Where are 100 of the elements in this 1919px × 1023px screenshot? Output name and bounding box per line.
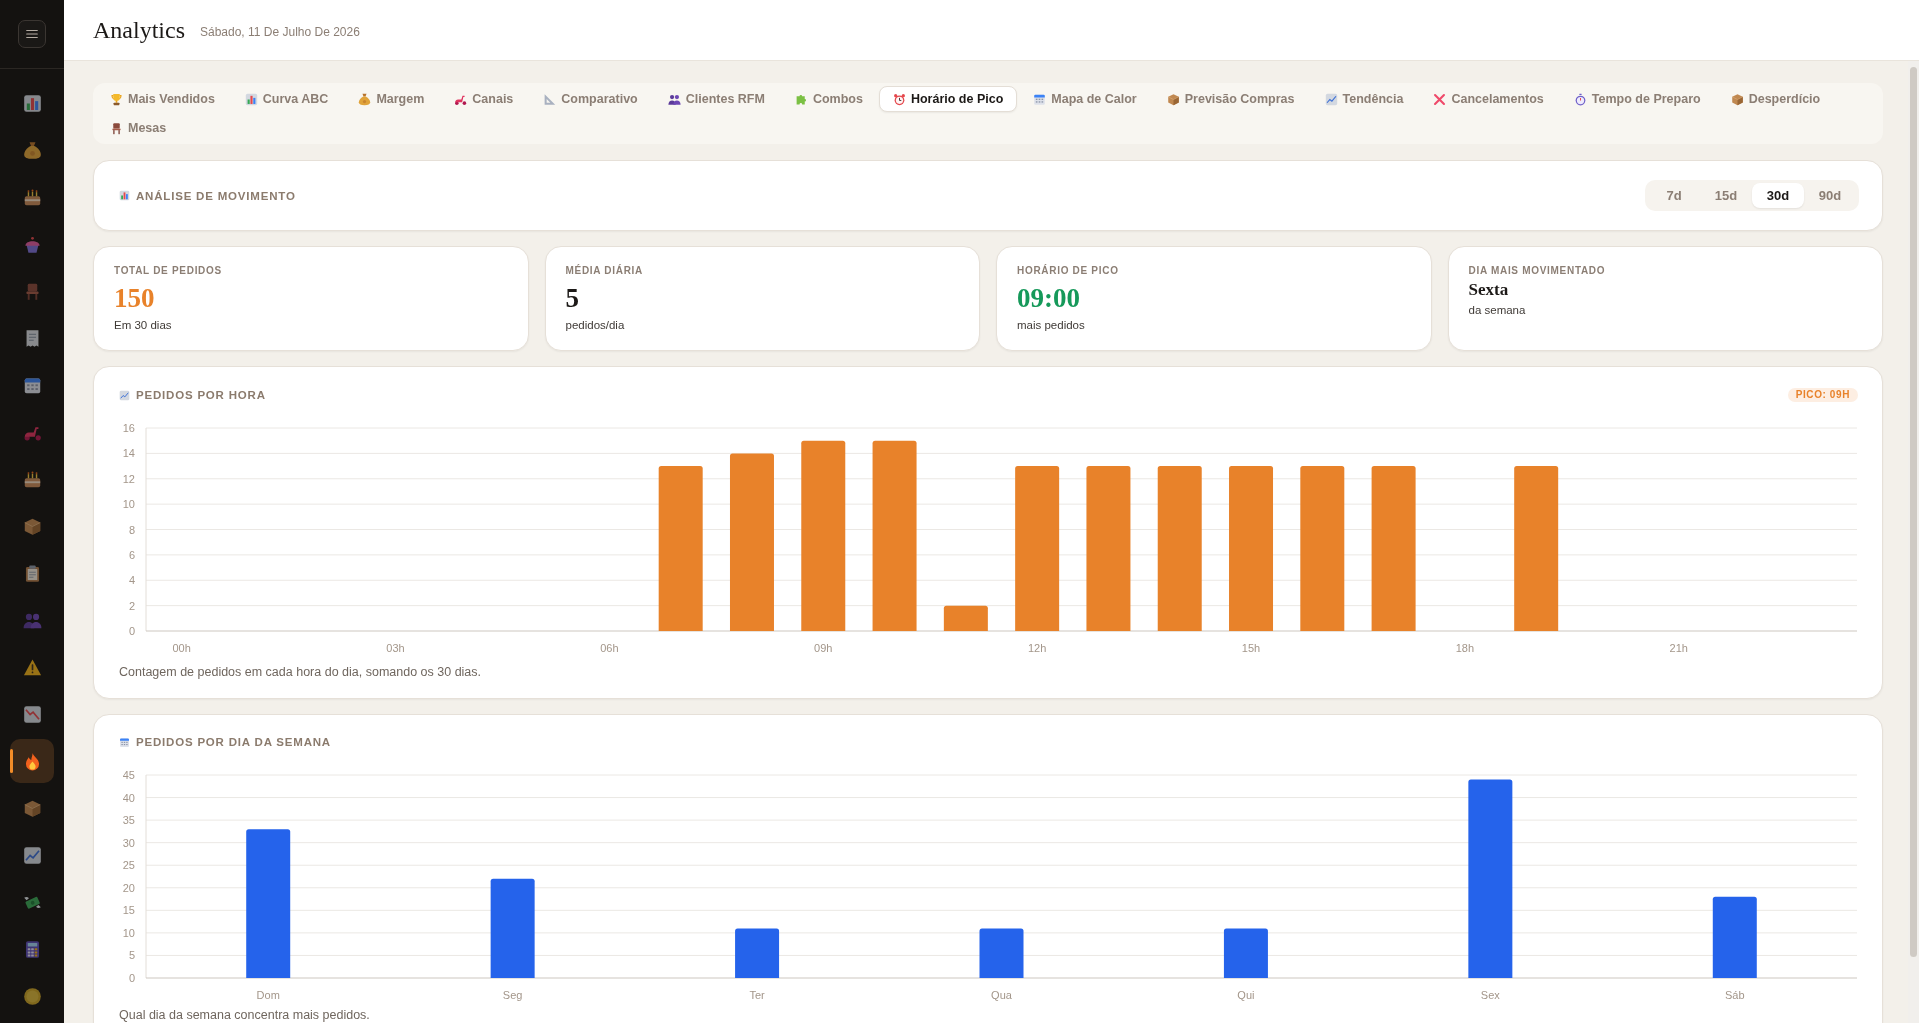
chart-up-icon (119, 389, 130, 401)
chart-down-icon (22, 704, 42, 724)
bar (979, 928, 1024, 978)
stopwatch-icon (1573, 92, 1587, 106)
stat-label: HORÁRIO DE PICO (1017, 265, 1119, 277)
stat-value: 150 (114, 283, 155, 313)
chart-caption: Contagem de pedidos em cada hora do dia, somando os 30 dias. (119, 664, 483, 680)
axis-label: 14 (122, 447, 135, 460)
puzzle-icon (794, 92, 808, 106)
bar (943, 605, 988, 631)
axis-label: Sex (1480, 989, 1500, 1001)
axis-label: 45 (122, 769, 135, 781)
axis-label: 12 (122, 472, 135, 485)
tab[interactable]: Curva ABC (230, 86, 343, 112)
stat-label: TOTAL DE PEDIDOS (114, 265, 222, 277)
period-button[interactable]: 90d (1804, 183, 1856, 208)
axis-label: Sáb (1725, 989, 1745, 1001)
stat-caption: mais pedidos (1017, 318, 1085, 332)
axis-label: 5 (128, 949, 135, 962)
tab[interactable]: Canais (440, 86, 528, 112)
stat-value: Sexta (1468, 280, 1509, 300)
menu-button[interactable] (18, 20, 46, 48)
date-text: Sábado, 11 De Julho De 2026 (200, 24, 360, 40)
bar (1223, 928, 1268, 978)
cake-icon (22, 187, 42, 207)
axis-label: 10 (122, 926, 135, 939)
tab[interactable]: Mapa de Calor (1019, 86, 1151, 112)
bag-icon (22, 140, 42, 160)
axis-label: Seg (502, 989, 523, 1001)
axis-label: Dom (256, 989, 280, 1001)
axis-label: 25 (122, 859, 135, 872)
people-icon (667, 92, 681, 106)
stat-value: 5 (565, 283, 579, 313)
peak-badge: PICO: 09H (1787, 388, 1858, 402)
bag-icon (358, 92, 372, 106)
period-button[interactable]: 15d (1700, 183, 1752, 208)
coin-icon (22, 986, 42, 1006)
stat-caption: pedidos/dia (565, 318, 625, 332)
tab[interactable]: Previsão Compras (1152, 86, 1309, 112)
chair-icon (110, 121, 123, 135)
axis-label: 20 (122, 881, 135, 894)
tab[interactable]: Tempo de Preparo (1559, 86, 1715, 112)
calendar-icon (119, 736, 130, 748)
axis-label: 10 (122, 498, 135, 511)
tab[interactable]: Horário de Pico (878, 86, 1018, 112)
bar (735, 928, 780, 978)
axis-label: 40 (122, 791, 135, 804)
box-icon (1166, 92, 1180, 106)
page-title: Analytics (93, 16, 185, 45)
axis-label: 35 (122, 814, 135, 827)
cake-icon (22, 469, 42, 489)
section-title: ANÁLISE DE MOVIMENTO (136, 188, 296, 203)
box-icon (1730, 92, 1744, 106)
axis-label: 4 (128, 574, 135, 587)
triangle-ruler-icon (543, 92, 557, 106)
tab[interactable]: Margem (344, 86, 439, 112)
tab[interactable]: Combos (780, 86, 877, 112)
chart-up-icon (22, 845, 42, 865)
chart-caption: Qual dia da semana concentra mais pedidos. (119, 1008, 371, 1022)
calendar-icon (22, 375, 42, 395)
bar-chart-icon (22, 93, 42, 113)
sidebar-button[interactable] (10, 739, 54, 783)
bar-chart-icon (119, 190, 130, 201)
axis-label: Ter (749, 989, 765, 1001)
axis-label: 2 (128, 599, 135, 612)
axis-label: 30 (122, 836, 135, 849)
axis-label: Qua (991, 989, 1012, 1001)
axis-label: 15 (122, 904, 135, 917)
trophy-icon (110, 92, 123, 106)
warning-icon (22, 657, 42, 677)
tab[interactable]: Mesas (96, 115, 181, 141)
tab[interactable]: Cancelamentos (1419, 86, 1558, 112)
scrollbar-thumb[interactable] (1910, 67, 1917, 957)
tab[interactable]: Mais Vendidos (96, 86, 229, 112)
stat-label: MÉDIA DIÁRIA (565, 265, 643, 277)
cupcake-icon (22, 234, 42, 254)
tab[interactable]: Desperdício (1716, 86, 1835, 112)
alarm-clock-icon (892, 92, 906, 106)
tab[interactable]: Clientes RFM (653, 86, 779, 112)
stat-value: 09:00 (1017, 283, 1080, 313)
axis-label: 0 (128, 972, 135, 984)
stat-caption: da semana (1468, 303, 1526, 317)
menu-icon (25, 27, 39, 41)
chart-up-icon (1324, 92, 1338, 106)
bar-chart-icon (244, 92, 258, 106)
cross-icon (1433, 92, 1447, 106)
axis-label: 16 (122, 422, 135, 434)
tab[interactable]: Comparativo (529, 86, 652, 112)
section-title: PEDIDOS POR DIA DA SEMANA (136, 735, 331, 749)
stat-label: DIA MAIS MOVIMENTADO (1468, 265, 1606, 277)
axis-label: 6 (128, 548, 135, 561)
active-indicator (10, 749, 13, 773)
axis-label: 8 (128, 523, 135, 536)
period-button[interactable]: 30d (1752, 183, 1804, 208)
period-button[interactable]: 7d (1648, 183, 1700, 208)
stat-caption: Em 30 dias (114, 318, 172, 332)
axis-label: 0 (128, 625, 135, 637)
section-title: PEDIDOS POR HORA (136, 388, 266, 402)
calendar-icon (1033, 92, 1047, 106)
tab[interactable]: Tendência (1310, 86, 1418, 112)
